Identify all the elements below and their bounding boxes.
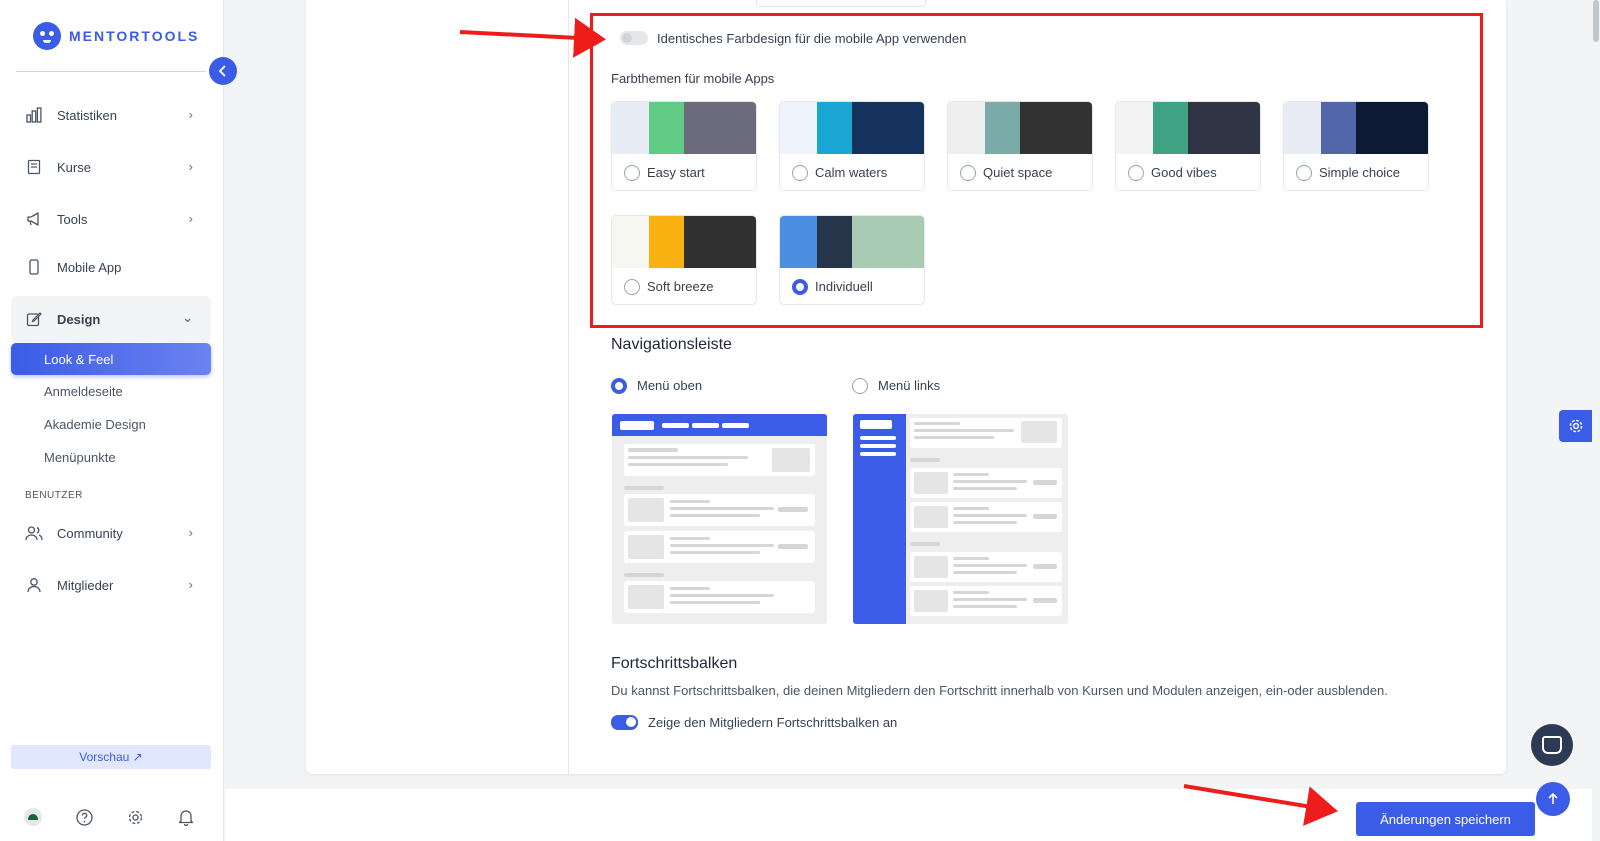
sidebar-item-community[interactable]: Community ›	[11, 513, 211, 553]
menu-left-preview[interactable]	[853, 414, 1068, 624]
menu-top-label[interactable]: Menü oben	[637, 378, 702, 393]
chevron-right-icon: ›	[188, 525, 193, 540]
bar-chart-icon	[25, 106, 43, 124]
progress-bars-toggle[interactable]	[611, 715, 638, 730]
chevron-right-icon: ›	[188, 107, 193, 122]
navigation-title: Navigationsleiste	[611, 336, 732, 353]
gear-icon[interactable]	[126, 808, 144, 826]
phone-icon	[25, 258, 43, 276]
sidebar-divider	[16, 71, 206, 72]
sidebar-item-label: Mitglieder	[57, 577, 114, 593]
menu-left-label[interactable]: Menü links	[878, 378, 940, 393]
sidebar-item-label: Statistiken	[57, 107, 117, 123]
chevron-right-icon: ›	[188, 211, 193, 226]
pencil-square-icon	[25, 310, 43, 328]
menu-top-preview[interactable]	[612, 414, 827, 624]
sidebar-item-label: Tools	[57, 211, 88, 227]
sidebar-item-design[interactable]: Design ⌄	[11, 296, 211, 342]
book-icon	[25, 158, 43, 176]
chevron-right-icon: ›	[188, 159, 193, 174]
chevron-left-icon	[218, 65, 226, 77]
scrollbar-track[interactable]	[1592, 0, 1600, 841]
sidebar-item-label: Design	[57, 311, 101, 327]
users-icon	[25, 524, 43, 542]
gear-icon	[1569, 419, 1582, 433]
scroll-top-button[interactable]	[1536, 782, 1570, 816]
avatar[interactable]	[24, 808, 42, 826]
sidebar-item-mobile-app[interactable]: Mobile App	[11, 247, 211, 287]
arrow-up-icon	[1548, 792, 1558, 804]
sidebar-item-label: Community	[57, 525, 123, 541]
sidebar-item-statistiken[interactable]: Statistiken ›	[11, 95, 211, 135]
annotation-highlight-box	[590, 13, 1483, 328]
menu-top-radio[interactable]	[611, 378, 627, 394]
sidebar-item-tools[interactable]: Tools ›	[11, 199, 211, 239]
sidebar-subitem-anmeldeseite[interactable]: Anmeldeseite	[11, 375, 211, 407]
save-button[interactable]: Änderungen speichern	[1356, 802, 1535, 836]
sidebar-subitem-menuepunkte[interactable]: Menüpunkte	[11, 441, 211, 473]
help-icon[interactable]	[75, 808, 93, 826]
chat-icon[interactable]	[1531, 724, 1573, 766]
previous-element-edge	[756, 0, 926, 7]
menu-left-radio[interactable]	[852, 378, 868, 394]
settings-tab-button[interactable]	[1559, 410, 1592, 442]
card-column-divider	[568, 0, 569, 774]
scrollbar-thumb[interactable]	[1593, 0, 1599, 42]
logo-icon	[33, 22, 61, 50]
chevron-down-icon: ⌄	[182, 310, 193, 325]
bell-icon[interactable]	[177, 808, 195, 826]
chevron-right-icon: ›	[188, 577, 193, 592]
sidebar-subitem-look-and-feel[interactable]: Look & Feel	[11, 343, 211, 375]
progress-description: Du kannst Fortschrittsbalken, die deinen…	[611, 683, 1388, 698]
sidebar-item-label: Mobile App	[57, 259, 122, 275]
brand-name: MENTORTOOLS	[69, 28, 200, 44]
progress-bars-label: Zeige den Mitgliedern Fortschrittsbalken…	[648, 715, 898, 730]
sidebar-item-label: Kurse	[57, 159, 91, 175]
preview-button[interactable]: Vorschau ↗	[11, 745, 211, 769]
logo[interactable]: MENTORTOOLS	[33, 22, 199, 50]
sidebar-subitem-akademie-design[interactable]: Akademie Design	[11, 408, 211, 440]
sidebar: MENTORTOOLS Statistiken › Kurse › Tools …	[0, 0, 224, 841]
progress-title: Fortschrittsbalken	[611, 655, 738, 672]
collapse-sidebar-button[interactable]	[209, 57, 237, 85]
section-label-benutzer: BENUTZER	[25, 490, 83, 501]
user-icon	[25, 576, 43, 594]
sidebar-item-kurse[interactable]: Kurse ›	[11, 147, 211, 187]
sidebar-footer	[24, 808, 228, 826]
megaphone-icon	[25, 210, 43, 228]
sidebar-item-mitglieder[interactable]: Mitglieder ›	[11, 565, 211, 605]
